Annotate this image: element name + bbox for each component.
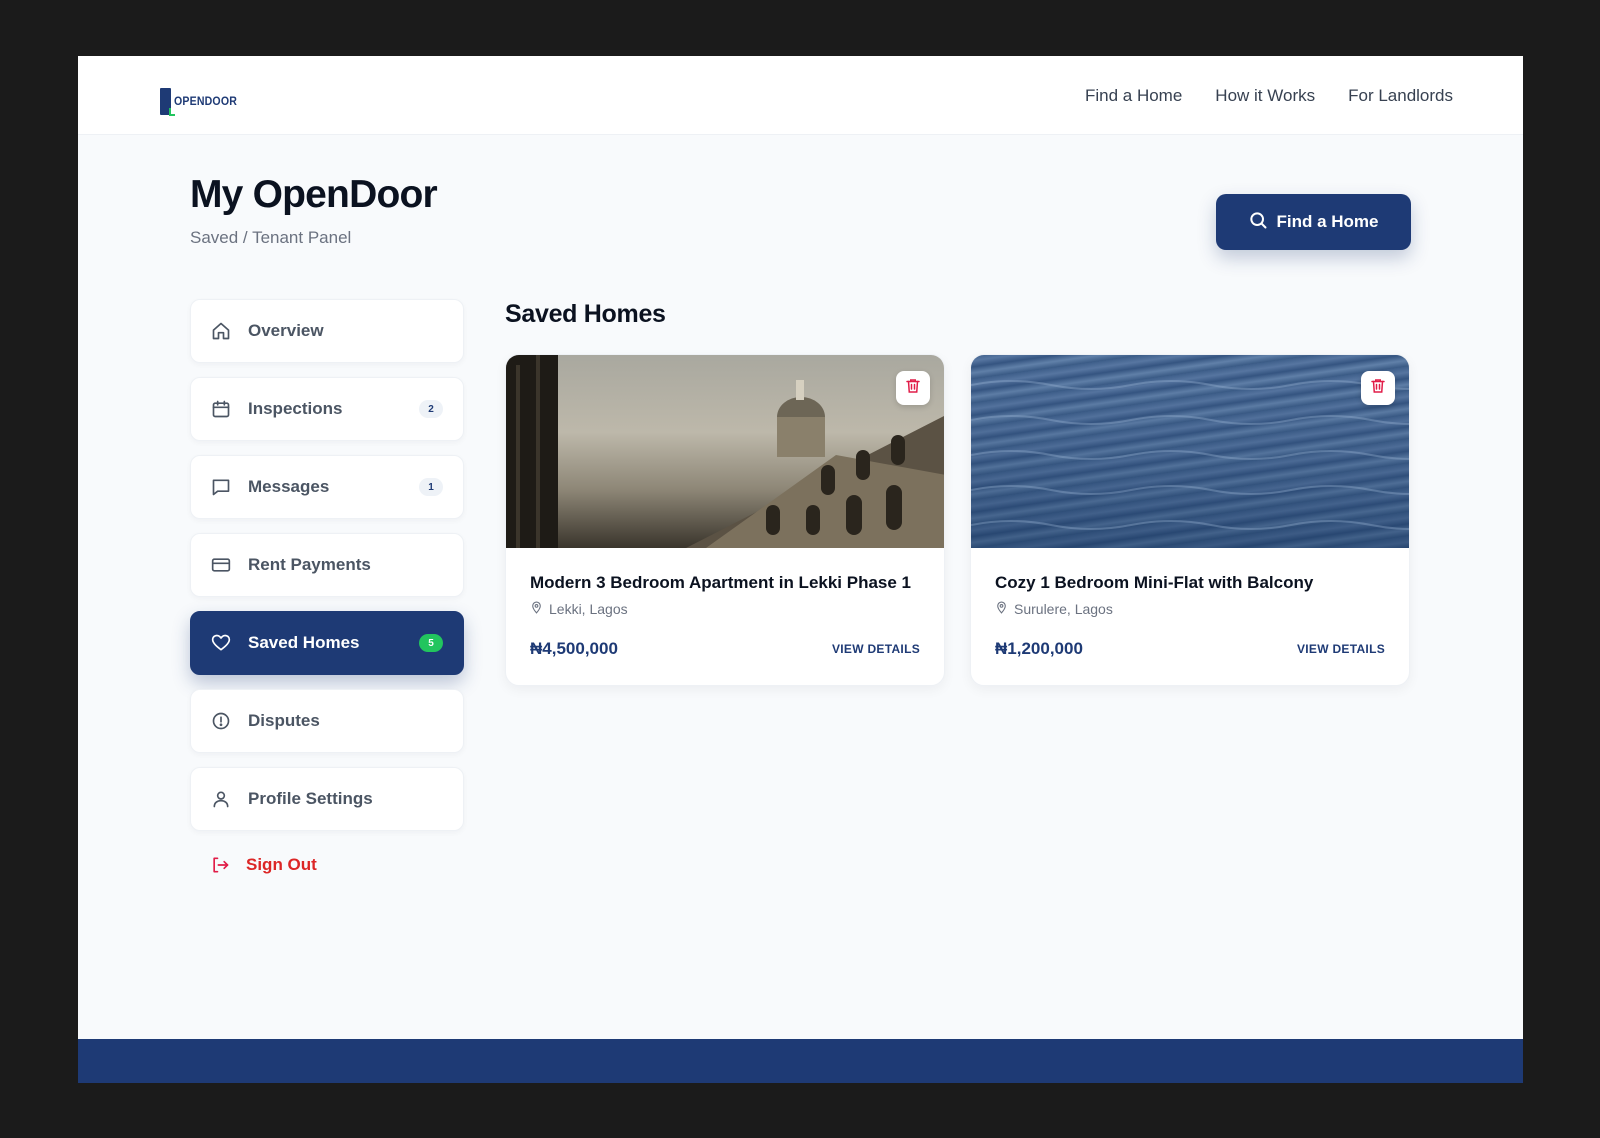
- map-pin-icon: [530, 601, 543, 617]
- sidebar-item-profile-settings[interactable]: Profile Settings: [190, 767, 464, 831]
- view-details-link[interactable]: VIEW DETAILS: [832, 642, 920, 656]
- credit-card-icon: [211, 555, 231, 575]
- property-card-footer: ₦4,500,000 VIEW DETAILS: [530, 639, 920, 659]
- footer-band: [78, 1039, 1523, 1083]
- property-title[interactable]: Cozy 1 Bedroom Mini-Flat with Balcony: [995, 573, 1385, 593]
- search-icon: [1248, 210, 1268, 235]
- sidebar-item-overview[interactable]: Overview: [190, 299, 464, 363]
- property-image-building: [506, 355, 944, 548]
- saved-homes-grid: Modern 3 Bedroom Apartment in Lekki Phas…: [505, 354, 1410, 686]
- user-icon: [211, 789, 231, 809]
- property-price: ₦1,200,000: [995, 639, 1083, 658]
- view-details-link[interactable]: VIEW DETAILS: [1297, 642, 1385, 656]
- page-title: My OpenDoor: [190, 173, 438, 216]
- sidebar-item-label: Disputes: [248, 711, 320, 730]
- find-a-home-button[interactable]: Find a Home: [1216, 194, 1411, 250]
- remove-saved-button[interactable]: [1361, 371, 1395, 405]
- sidebar-item-messages[interactable]: Messages 1: [190, 455, 464, 519]
- property-card-footer: ₦1,200,000 VIEW DETAILS: [995, 639, 1385, 659]
- remove-saved-button[interactable]: [896, 371, 930, 405]
- sidebar-item-inspections[interactable]: Inspections 2: [190, 377, 464, 441]
- sidebar-item-label: Rent Payments: [248, 555, 371, 574]
- property-image-water: [971, 355, 1409, 548]
- property-location: Surulere, Lagos: [995, 601, 1385, 617]
- brand-logo-text: OPENDOOR: [174, 94, 238, 108]
- property-card[interactable]: Modern 3 Bedroom Apartment in Lekki Phas…: [505, 354, 945, 686]
- top-nav: Find a Home How it Works For Landlords: [1085, 86, 1453, 106]
- property-card-body: Modern 3 Bedroom Apartment in Lekki Phas…: [506, 548, 944, 659]
- property-title[interactable]: Modern 3 Bedroom Apartment in Lekki Phas…: [530, 573, 920, 593]
- sidebar-item-label: Overview: [248, 321, 324, 340]
- water-photo-illustration: [971, 355, 1409, 548]
- sidebar-item-label: Profile Settings: [248, 789, 373, 808]
- home-icon: [211, 321, 231, 341]
- breadcrumb: Saved / Tenant Panel: [190, 228, 352, 247]
- sidebar: Overview Inspections 2 Messages 1 Rent P…: [190, 299, 464, 885]
- sidebar-item-saved-homes[interactable]: Saved Homes 5: [190, 611, 464, 675]
- nav-link-for-landlords[interactable]: For Landlords: [1348, 86, 1453, 106]
- trash-icon: [1369, 377, 1387, 400]
- count-badge: 1: [419, 478, 443, 496]
- trash-icon: [904, 377, 922, 400]
- sidebar-item-label: Inspections: [248, 399, 343, 418]
- map-pin-icon: [995, 601, 1008, 617]
- property-location-text: Lekki, Lagos: [549, 601, 628, 617]
- calendar-icon: [211, 399, 231, 419]
- sidebar-item-rent-payments[interactable]: Rent Payments: [190, 533, 464, 597]
- count-badge: 5: [419, 634, 443, 652]
- sidebar-item-label: Messages: [248, 477, 330, 496]
- sidebar-item-disputes[interactable]: Disputes: [190, 689, 464, 753]
- property-price: ₦4,500,000: [530, 639, 618, 658]
- sidebar-item-label: Saved Homes: [248, 633, 360, 652]
- count-badge: 2: [419, 400, 443, 418]
- sign-out-button[interactable]: Sign Out: [190, 845, 464, 885]
- alert-circle-icon: [211, 711, 231, 731]
- property-location: Lekki, Lagos: [530, 601, 920, 617]
- building-photo-illustration: [506, 355, 944, 548]
- heart-icon: [211, 633, 231, 653]
- find-a-home-button-label: Find a Home: [1276, 212, 1379, 231]
- nav-link-how-it-works[interactable]: How it Works: [1215, 86, 1315, 106]
- chat-icon: [211, 477, 231, 497]
- property-card-body: Cozy 1 Bedroom Mini-Flat with Balcony Su…: [971, 548, 1409, 659]
- top-header: OPENDOOR Find a Home How it Works For La…: [78, 56, 1523, 135]
- brand-logo[interactable]: OPENDOOR: [160, 86, 246, 116]
- door-logo-icon: [160, 87, 175, 116]
- app-window: OPENDOOR Find a Home How it Works For La…: [78, 56, 1523, 1083]
- property-card[interactable]: Cozy 1 Bedroom Mini-Flat with Balcony Su…: [970, 354, 1410, 686]
- logout-icon: [210, 855, 230, 875]
- section-title: Saved Homes: [505, 300, 666, 328]
- nav-link-find-a-home[interactable]: Find a Home: [1085, 86, 1182, 106]
- property-location-text: Surulere, Lagos: [1014, 601, 1113, 617]
- sign-out-label: Sign Out: [246, 855, 317, 874]
